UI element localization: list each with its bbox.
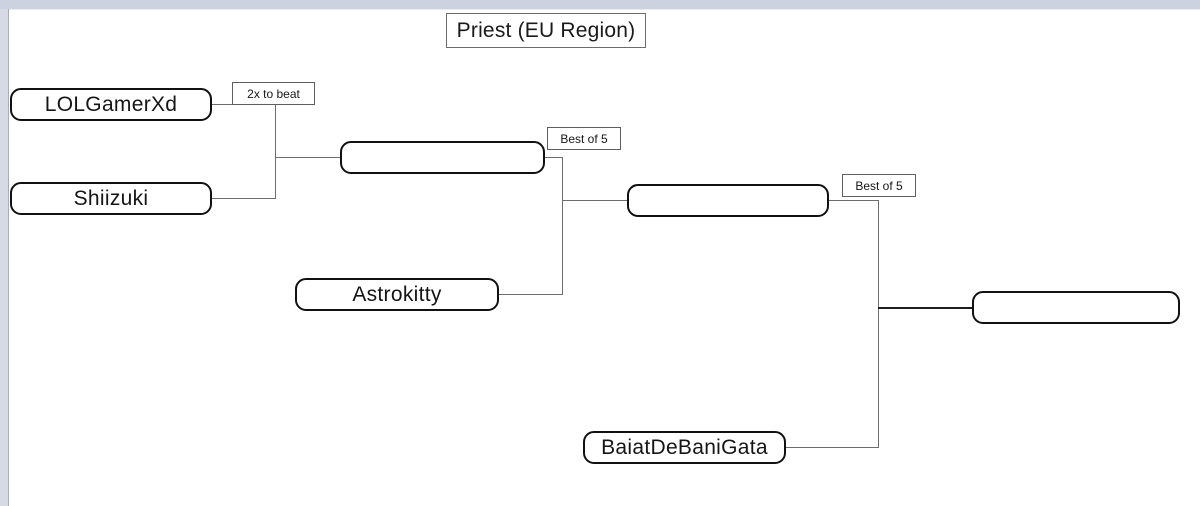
connector-round1-join (275, 104, 276, 199)
connector-r3winner-out (828, 200, 879, 201)
connector-round3-to-final (878, 307, 973, 309)
connector-round1-to-round2 (275, 157, 341, 158)
connector-r2winner-out (544, 157, 563, 158)
window-left-rail (0, 9, 9, 506)
slot-champion[interactable] (972, 291, 1180, 324)
connector-baiatdebanigata-out (785, 447, 879, 448)
connector-astrokitty-out (498, 294, 563, 295)
connector-shiizuki-out (210, 198, 276, 199)
page-title: Priest (EU Region) (446, 13, 646, 48)
connector-round3-join (878, 200, 879, 448)
window-top-band (0, 0, 1200, 10)
connector-round2-to-round3 (562, 200, 628, 201)
note-best-of-5-final: Best of 5 (842, 174, 916, 197)
connector-round2-join (562, 157, 563, 295)
slot-round2-winner[interactable] (340, 141, 545, 174)
bracket-canvas: Priest (EU Region) LOLGamerXd Shiizuki A… (10, 10, 1200, 506)
slot-lolgamerxd[interactable]: LOLGamerXd (10, 88, 212, 121)
note-best-of-5-semifinal: Best of 5 (547, 127, 621, 150)
note-2x-to-beat: 2x to beat (232, 82, 315, 105)
bracket-diagram: Priest (EU Region) LOLGamerXd Shiizuki A… (0, 0, 1200, 506)
slot-baiatdebanigata[interactable]: BaiatDeBaniGata (583, 431, 786, 464)
slot-round3-winner[interactable] (627, 184, 829, 217)
slot-astrokitty[interactable]: Astrokitty (295, 278, 499, 311)
slot-shiizuki[interactable]: Shiizuki (10, 182, 212, 215)
